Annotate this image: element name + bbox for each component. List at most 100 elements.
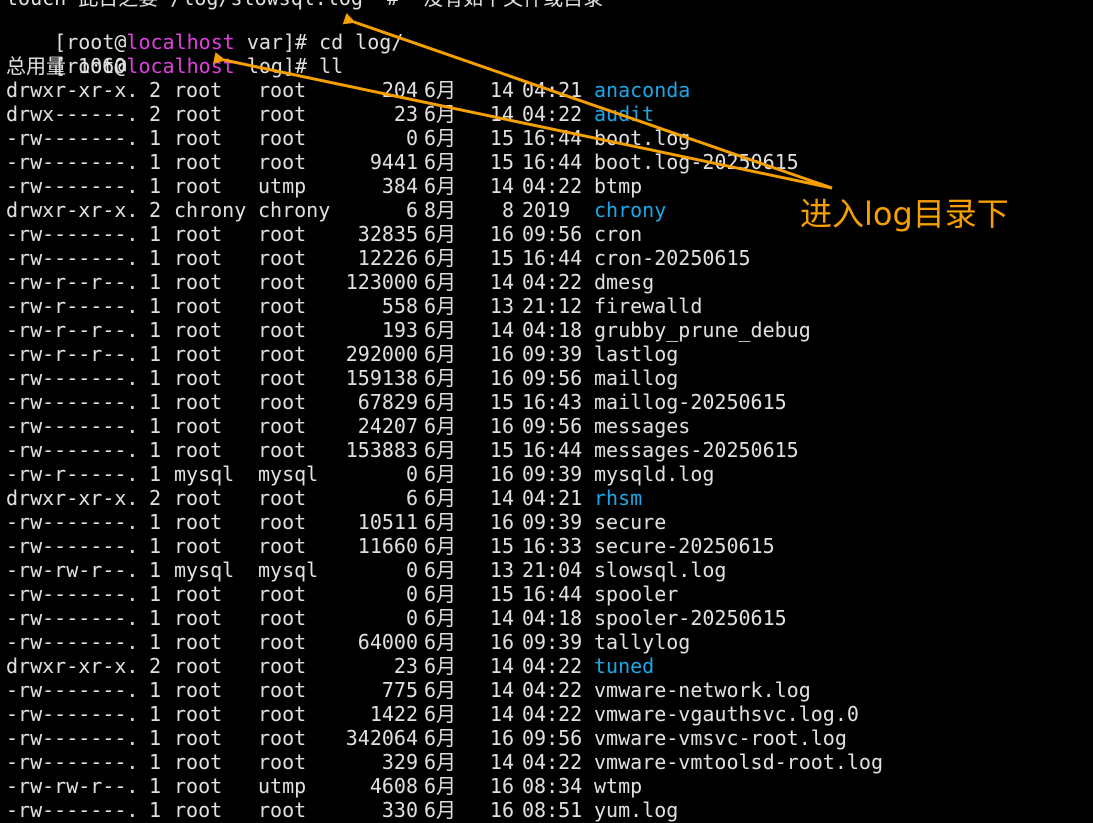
listing-links: 1 [149, 558, 162, 582]
listing-user: root [174, 654, 223, 678]
listing-day: 14 [489, 102, 514, 126]
listing-links: 2 [149, 78, 162, 102]
listing-user: root [174, 222, 223, 246]
listing-month: 6月 [424, 510, 457, 534]
listing-month: 6月 [424, 606, 457, 630]
listing-day: 14 [489, 486, 514, 510]
listing-name: maillog [594, 366, 679, 390]
listing-month: 6月 [424, 246, 457, 270]
listing-user: root [174, 414, 223, 438]
listing-name: tuned [594, 654, 655, 678]
listing-month: 6月 [424, 342, 457, 366]
listing-day: 15 [489, 246, 514, 270]
listing-name: slowsql.log [594, 558, 727, 582]
listing-user: root [174, 798, 223, 822]
listing-month: 6月 [424, 462, 457, 486]
listing-name: firewalld [594, 294, 703, 318]
listing-user: root [174, 630, 223, 654]
listing-time: 04:22 [522, 750, 583, 774]
listing-links: 1 [149, 174, 162, 198]
listing-perm: drwx------. [6, 102, 139, 126]
listing-user: root [174, 438, 223, 462]
listing-links: 1 [149, 222, 162, 246]
listing-day: 16 [489, 342, 514, 366]
listing-links: 1 [149, 774, 162, 798]
listing-links: 1 [149, 294, 162, 318]
listing-time: 09:56 [522, 222, 583, 246]
listing-user: root [174, 390, 223, 414]
listing-time: 21:04 [522, 558, 583, 582]
listing-perm: -rw-------. [6, 438, 139, 462]
prompt-hostname: localhost [126, 54, 235, 78]
listing-month: 6月 [424, 582, 457, 606]
listing-links: 1 [149, 702, 162, 726]
listing-month: 6月 [424, 534, 457, 558]
listing-name: grubby_prune_debug [594, 318, 811, 342]
listing-day: 14 [489, 654, 514, 678]
listing-user: root [174, 318, 223, 342]
listing-month: 6月 [424, 222, 457, 246]
listing-links: 1 [149, 414, 162, 438]
listing-month: 6月 [424, 438, 457, 462]
listing-month: 6月 [424, 414, 457, 438]
listing-links: 1 [149, 438, 162, 462]
listing-time: 04:22 [522, 270, 583, 294]
listing-day: 14 [489, 606, 514, 630]
listing-day: 15 [489, 438, 514, 462]
listing-links: 1 [149, 126, 162, 150]
listing-time: 09:56 [522, 726, 583, 750]
listing-user: mysql [174, 462, 235, 486]
listing-month: 6月 [424, 78, 457, 102]
listing-perm: -rw-------. [6, 606, 139, 630]
listing-perm: -rw-------. [6, 750, 139, 774]
listing-perm: drwxr-xr-x. [6, 78, 139, 102]
listing-user: root [174, 702, 223, 726]
listing-size: 342064 [345, 726, 418, 750]
listing-perm: -rw-------. [6, 222, 139, 246]
listing-name: messages-20250615 [594, 438, 799, 462]
listing-month: 6月 [424, 366, 457, 390]
listing-perm: -rw-r--r--. [6, 270, 139, 294]
listing-user: root [174, 678, 223, 702]
listing-day: 16 [489, 222, 514, 246]
listing-user: root [174, 270, 223, 294]
prompt-cd-line: [root@localhost var]# cd log/ [6, 6, 403, 54]
listing-day: 15 [489, 534, 514, 558]
listing-links: 1 [149, 246, 162, 270]
listing-perm: -rw-r-----. [6, 294, 139, 318]
listing-size: 23 [393, 102, 418, 126]
listing-day: 16 [489, 726, 514, 750]
listing-name: boot.log-20250615 [594, 150, 799, 174]
listing-time: 04:21 [522, 486, 583, 510]
listing-month: 6月 [424, 702, 457, 726]
listing-perm: -rw-------. [6, 126, 139, 150]
listing-day: 14 [489, 750, 514, 774]
listing-size: 0 [405, 606, 418, 630]
listing-month: 6月 [424, 630, 457, 654]
listing-size: 384 [381, 174, 418, 198]
listing-time: 04:22 [522, 702, 583, 726]
listing-name: tallylog [594, 630, 691, 654]
listing-size: 0 [405, 558, 418, 582]
terminal-window[interactable]: touch 此日之要 /log/slowsql.log # 没有如下文件或目录 … [0, 0, 1093, 823]
listing-links: 1 [149, 318, 162, 342]
listing-perm: -rw-------. [6, 150, 139, 174]
listing-size: 204 [381, 78, 418, 102]
listing-perm: -rw-r-----. [6, 462, 139, 486]
listing-perm: -rw-------. [6, 582, 139, 606]
listing-size: 32835 [357, 222, 418, 246]
listing-time: 08:34 [522, 774, 583, 798]
listing-links: 1 [149, 462, 162, 486]
listing-day: 14 [489, 174, 514, 198]
listing-month: 6月 [424, 654, 457, 678]
listing-time: 04:22 [522, 654, 583, 678]
prompt-command: log]# ll [234, 54, 344, 78]
listing-name: spooler-20250615 [594, 606, 787, 630]
listing-user: root [174, 486, 223, 510]
listing-links: 1 [149, 726, 162, 750]
listing-size: 329 [381, 750, 418, 774]
listing-time: 04:22 [522, 678, 583, 702]
listing-time: 09:39 [522, 630, 583, 654]
listing-size: 11660 [357, 534, 418, 558]
listing-name: messages [594, 414, 691, 438]
